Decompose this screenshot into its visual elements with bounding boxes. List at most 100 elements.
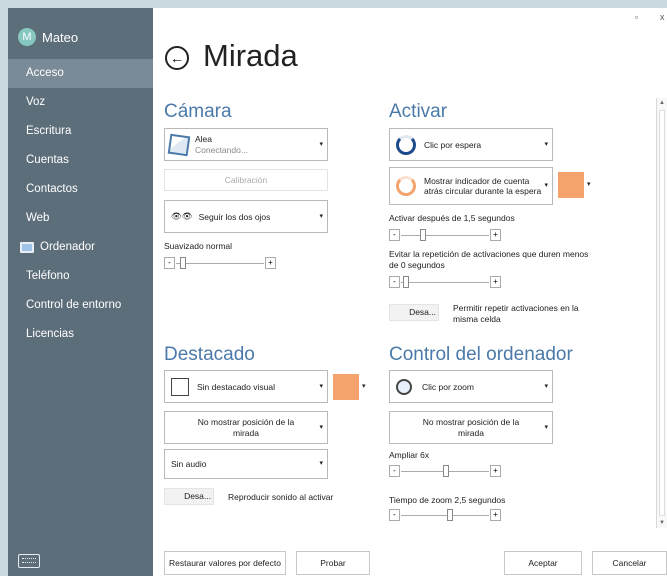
smoothing-label: Suavizado normal [164,241,233,251]
eye-select[interactable]: 👁👁 Seguir los dos ojos ▾ [164,200,328,233]
chevron-down-icon: ▾ [319,460,323,467]
audio-value: Sin audio [171,459,207,469]
audio-select[interactable]: Sin audio ▾ [164,449,328,479]
slider-minus-button[interactable]: - [389,509,400,521]
highlight-square-icon [171,377,189,396]
activate-after-label: Activar después de 1,5 segundos [389,213,515,223]
window-left-frame [0,0,8,576]
sidebar: M Mateo Acceso Voz Escritura Cuentas Con… [8,8,153,576]
minimize-button[interactable]: ▫ [635,12,638,22]
indicator-text: Mostrar indicador de cuenta atrás circul… [424,176,542,196]
computer-icon [20,242,34,253]
slider-minus-button[interactable]: - [164,257,175,269]
camara-heading: Cámara [164,101,232,122]
slider-thumb[interactable] [180,257,186,269]
dwell-circle-icon [396,134,416,155]
zoom-slider[interactable]: - + [389,465,501,479]
highlight-color-swatch[interactable] [333,374,359,400]
slider-track [176,263,264,264]
activation-mode-select[interactable]: Clic por espera ▾ [389,128,553,161]
sidebar-item-acceso[interactable]: Acceso [8,59,153,88]
camera-name: Alea [195,133,213,144]
swatch-chevron-icon[interactable]: ▾ [587,180,591,188]
activate-after-slider[interactable]: - + [389,229,501,243]
scroll-down-icon[interactable]: ▼ [657,518,667,528]
slider-thumb[interactable] [443,465,449,477]
magnifier-icon [396,378,412,395]
chevron-down-icon: ▾ [319,140,323,148]
chevron-down-icon: ▾ [544,382,548,390]
sidebar-item-ordenador[interactable]: Ordenador [8,233,153,262]
eye-icon: 👁👁 [171,211,193,221]
gaze-position-select[interactable]: No mostrar posición de la mirada ▾ [164,411,328,444]
eye-select-value: Seguir los dos ojos [198,211,271,222]
indicator-color-swatch[interactable] [558,172,584,198]
sidebar-item-voz[interactable]: Voz [8,88,153,117]
control-mode-select[interactable]: Clic por zoom ▾ [389,370,553,403]
scroll-thumb[interactable] [659,110,665,516]
countdown-circle-icon [396,176,416,196]
vertical-scrollbar[interactable]: ▲ ▼ [656,98,667,528]
avatar: M [18,28,36,46]
accept-button[interactable]: Aceptar [504,551,582,575]
slider-track [401,515,489,516]
sidebar-item-contactos[interactable]: Contactos [8,175,153,204]
highlight-select[interactable]: Sin destacado visual ▾ [164,370,328,403]
cube-icon [167,133,191,156]
chevron-down-icon: ▾ [319,382,323,390]
activation-mode-value: Clic por espera [424,139,482,150]
indicator-select[interactable]: Mostrar indicador de cuenta atrás circul… [389,167,553,205]
back-arrow-icon[interactable]: ← [165,46,189,70]
camera-select[interactable]: Alea Conectando... ▾ [164,128,328,161]
slider-minus-button[interactable]: - [389,465,400,477]
slider-thumb[interactable] [447,509,453,521]
keyboard-icon[interactable] [18,554,40,568]
slider-plus-button[interactable]: + [490,276,501,288]
slider-plus-button[interactable]: + [490,509,501,521]
sidebar-item-telefono[interactable]: Teléfono [8,262,153,291]
zoom-time-slider[interactable]: - + [389,509,501,523]
control-gaze-position-value: No mostrar posición de la mirada [422,416,520,438]
allow-repeat-toggle[interactable]: Desa... [389,304,439,321]
scroll-up-icon[interactable]: ▲ [657,98,667,108]
slider-plus-button[interactable]: + [490,229,501,241]
close-button[interactable]: x [660,12,665,22]
slider-minus-button[interactable]: - [389,276,400,288]
smoothing-slider[interactable]: - + [164,257,276,271]
user-profile[interactable]: M Mateo [18,28,78,46]
chevron-down-icon: ▾ [544,140,548,148]
slider-plus-button[interactable]: + [490,465,501,477]
zoom-time-label: Tiempo de zoom 2,5 segundos [389,495,506,505]
chevron-down-icon: ▾ [544,423,548,431]
slider-minus-button[interactable]: - [389,229,400,241]
sound-toggle[interactable]: Desa... [164,488,214,505]
swatch-chevron-icon[interactable]: ▾ [362,382,366,390]
sidebar-item-escritura[interactable]: Escritura [8,117,153,146]
page-title: Mirada [203,38,298,73]
activar-heading: Activar [389,101,448,122]
sidebar-item-web[interactable]: Web [8,204,153,233]
test-button[interactable]: Probar [296,551,370,575]
highlight-value: Sin destacado visual [197,381,275,392]
sidebar-item-licencias[interactable]: Licencias [8,320,153,349]
slider-track [401,282,489,283]
control-mode-value: Clic por zoom [422,381,474,392]
cancel-button[interactable]: Cancelar [592,551,667,575]
sidebar-item-control-entorno[interactable]: Control de entorno [8,291,153,320]
slider-plus-button[interactable]: + [265,257,276,269]
main-panel: ▫ x ← Mirada Cámara Alea Conectando... ▾… [153,8,667,576]
control-gaze-position-select[interactable]: No mostrar posición de la mirada ▾ [389,411,553,444]
chevron-down-icon: ▾ [319,423,323,431]
sidebar-nav: Acceso Voz Escritura Cuentas Contactos W… [8,59,153,349]
slider-thumb[interactable] [420,229,426,241]
slider-thumb[interactable] [403,276,409,288]
calibration-button[interactable]: Calibración [164,169,328,191]
sidebar-item-cuentas[interactable]: Cuentas [8,146,153,175]
avoid-repeat-slider[interactable]: - + [389,276,501,290]
destacado-heading: Destacado [164,344,255,365]
chevron-down-icon: ▾ [544,182,548,189]
sidebar-item-label: Ordenador [40,241,95,253]
restore-defaults-button[interactable]: Restaurar valores por defecto [164,551,286,575]
user-name: Mateo [42,29,79,45]
gaze-position-value: No mostrar posición de la mirada [197,416,295,438]
